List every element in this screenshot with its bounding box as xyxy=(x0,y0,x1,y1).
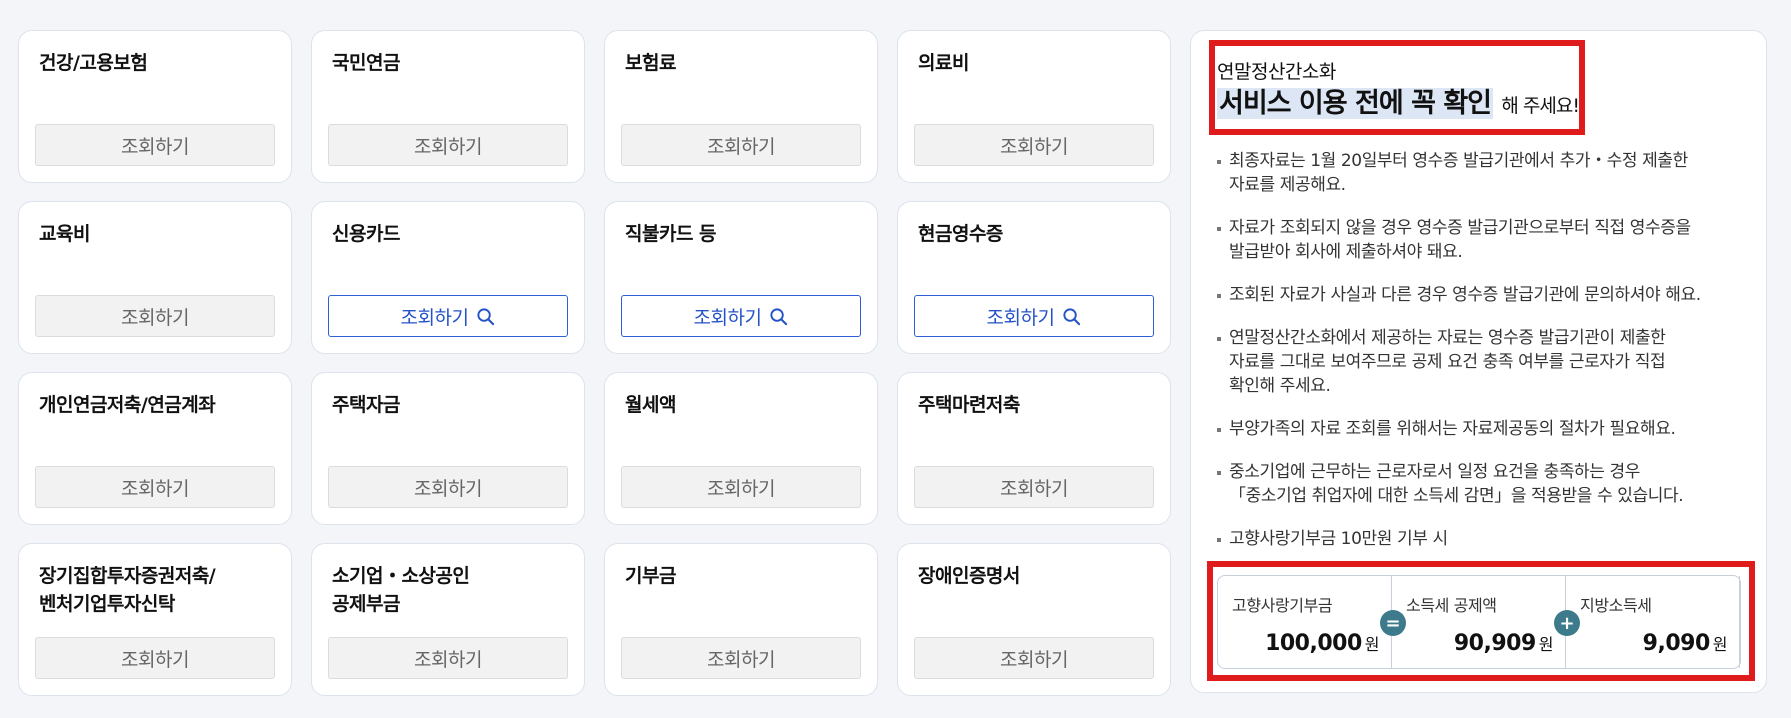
notice-subtitle: 연말정산간소화 xyxy=(1217,61,1336,83)
card-housing-funds: 주택자금 조회하기 xyxy=(311,372,585,525)
card-title: 신용카드 xyxy=(332,223,400,245)
card-title: 주택마련저축 xyxy=(918,394,1020,416)
card-title: 현금영수증 xyxy=(918,223,1003,245)
card-donations: 기부금 조회하기 xyxy=(604,543,878,696)
query-button[interactable]: 조회하기 xyxy=(328,295,568,337)
list-item: 최종자료는 1월 20일부터 영수증 발급기관에서 추가・수정 제출한 자료를 … xyxy=(1217,149,1747,197)
card-disability-certificate: 장애인증명서 조회하기 xyxy=(897,543,1171,696)
search-icon xyxy=(770,307,788,325)
list-item: 자료가 조회되지 않을 경우 영수증 발급기관으로부터 직접 영수증을 발급받아… xyxy=(1217,216,1747,264)
card-personal-pension: 개인연금저축/연금계좌 조회하기 xyxy=(18,372,292,525)
card-insurance-premium: 보험료 조회하기 xyxy=(604,30,878,183)
card-education-expenses: 교육비 조회하기 xyxy=(18,201,292,354)
notice-list: 최종자료는 1월 20일부터 영수증 발급기관에서 추가・수정 제출한 자료를 … xyxy=(1217,149,1747,570)
card-title: 국민연금 xyxy=(332,52,400,74)
query-button[interactable]: 조회하기 xyxy=(914,466,1154,508)
list-item: 연말정산간소화에서 제공하는 자료는 영수증 발급기관이 제출한 자료를 그대로… xyxy=(1217,326,1747,398)
query-button[interactable]: 조회하기 xyxy=(621,637,861,679)
list-item: 중소기업에 근무하는 근로자로서 일정 요건을 충족하는 경우 「중소기업 취업… xyxy=(1217,460,1747,508)
notice-headline: 서비스 이용 전에 꼭 확인 해 주세요! xyxy=(1217,88,1580,119)
query-button[interactable]: 조회하기 xyxy=(621,466,861,508)
card-medical-expenses: 의료비 조회하기 xyxy=(897,30,1171,183)
query-button[interactable]: 조회하기 xyxy=(35,124,275,166)
card-national-pension: 국민연금 조회하기 xyxy=(311,30,585,183)
card-health-employment-insurance: 건강/고용보험 조회하기 xyxy=(18,30,292,183)
calc-cell-local-income-tax: 지방소득세 9,090 원 xyxy=(1566,576,1740,668)
card-title: 교육비 xyxy=(39,223,90,245)
donation-calculation: 고향사랑기부금 100,000 원 소득세 공제액 90,909 원 지방소득세 9… xyxy=(1217,575,1741,669)
query-button[interactable]: 조회하기 xyxy=(35,637,275,679)
query-button[interactable]: 조회하기 xyxy=(328,466,568,508)
query-button[interactable]: 조회하기 xyxy=(35,466,275,508)
query-button[interactable]: 조회하기 xyxy=(621,295,861,337)
calc-cell-income-tax-deduction: 소득세 공제액 90,909 원 xyxy=(1392,576,1566,668)
list-item: 부양가족의 자료 조회를 위해서는 자료제공동의 절차가 필요해요. xyxy=(1217,417,1747,441)
query-button[interactable]: 조회하기 xyxy=(914,637,1154,679)
list-item: 고향사랑기부금 10만원 기부 시 xyxy=(1217,527,1747,551)
card-title: 개인연금저축/연금계좌 xyxy=(39,394,216,416)
query-button[interactable]: 조회하기 xyxy=(914,124,1154,166)
card-title: 직불카드 등 xyxy=(625,223,717,245)
card-title: 소기업・소상공인 공제부금 xyxy=(332,565,470,615)
card-title: 기부금 xyxy=(625,565,676,587)
card-small-business-mutual-aid: 소기업・소상공인 공제부금 조회하기 xyxy=(311,543,585,696)
deduction-card-grid: 건강/고용보험 조회하기 국민연금 조회하기 보험료 조회하기 의료비 조회하기… xyxy=(18,30,1171,696)
card-title: 보험료 xyxy=(625,52,676,74)
card-title: 월세액 xyxy=(625,394,676,416)
card-long-term-investment: 장기집합투자증권저축/ 벤처기업투자신탁 조회하기 xyxy=(18,543,292,696)
equals-icon: = xyxy=(1380,610,1406,636)
card-title: 장기집합투자증권저축/ 벤처기업투자신탁 xyxy=(39,565,216,615)
query-button[interactable]: 조회하기 xyxy=(621,124,861,166)
calc-cell-donation: 고향사랑기부금 100,000 원 xyxy=(1218,576,1392,668)
list-item: 조회된 자료가 사실과 다른 경우 영수증 발급기관에 문의하셔야 해요. xyxy=(1217,283,1747,307)
card-debit-card: 직불카드 등 조회하기 xyxy=(604,201,878,354)
card-title: 주택자금 xyxy=(332,394,400,416)
query-button[interactable]: 조회하기 xyxy=(328,124,568,166)
card-cash-receipt: 현금영수증 조회하기 xyxy=(897,201,1171,354)
card-housing-savings: 주택마련저축 조회하기 xyxy=(897,372,1171,525)
card-title: 장애인증명서 xyxy=(918,565,1020,587)
query-button[interactable]: 조회하기 xyxy=(35,295,275,337)
plus-icon: + xyxy=(1554,610,1580,636)
card-title: 의료비 xyxy=(918,52,969,74)
query-button[interactable]: 조회하기 xyxy=(914,295,1154,337)
card-title: 건강/고용보험 xyxy=(39,52,148,74)
notice-panel: 연말정산간소화 서비스 이용 전에 꼭 확인 해 주세요! 최종자료는 1월 2… xyxy=(1190,30,1767,693)
card-monthly-rent: 월세액 조회하기 xyxy=(604,372,878,525)
query-button[interactable]: 조회하기 xyxy=(328,637,568,679)
search-icon xyxy=(1063,307,1081,325)
search-icon xyxy=(477,307,495,325)
card-credit-card: 신용카드 조회하기 xyxy=(311,201,585,354)
